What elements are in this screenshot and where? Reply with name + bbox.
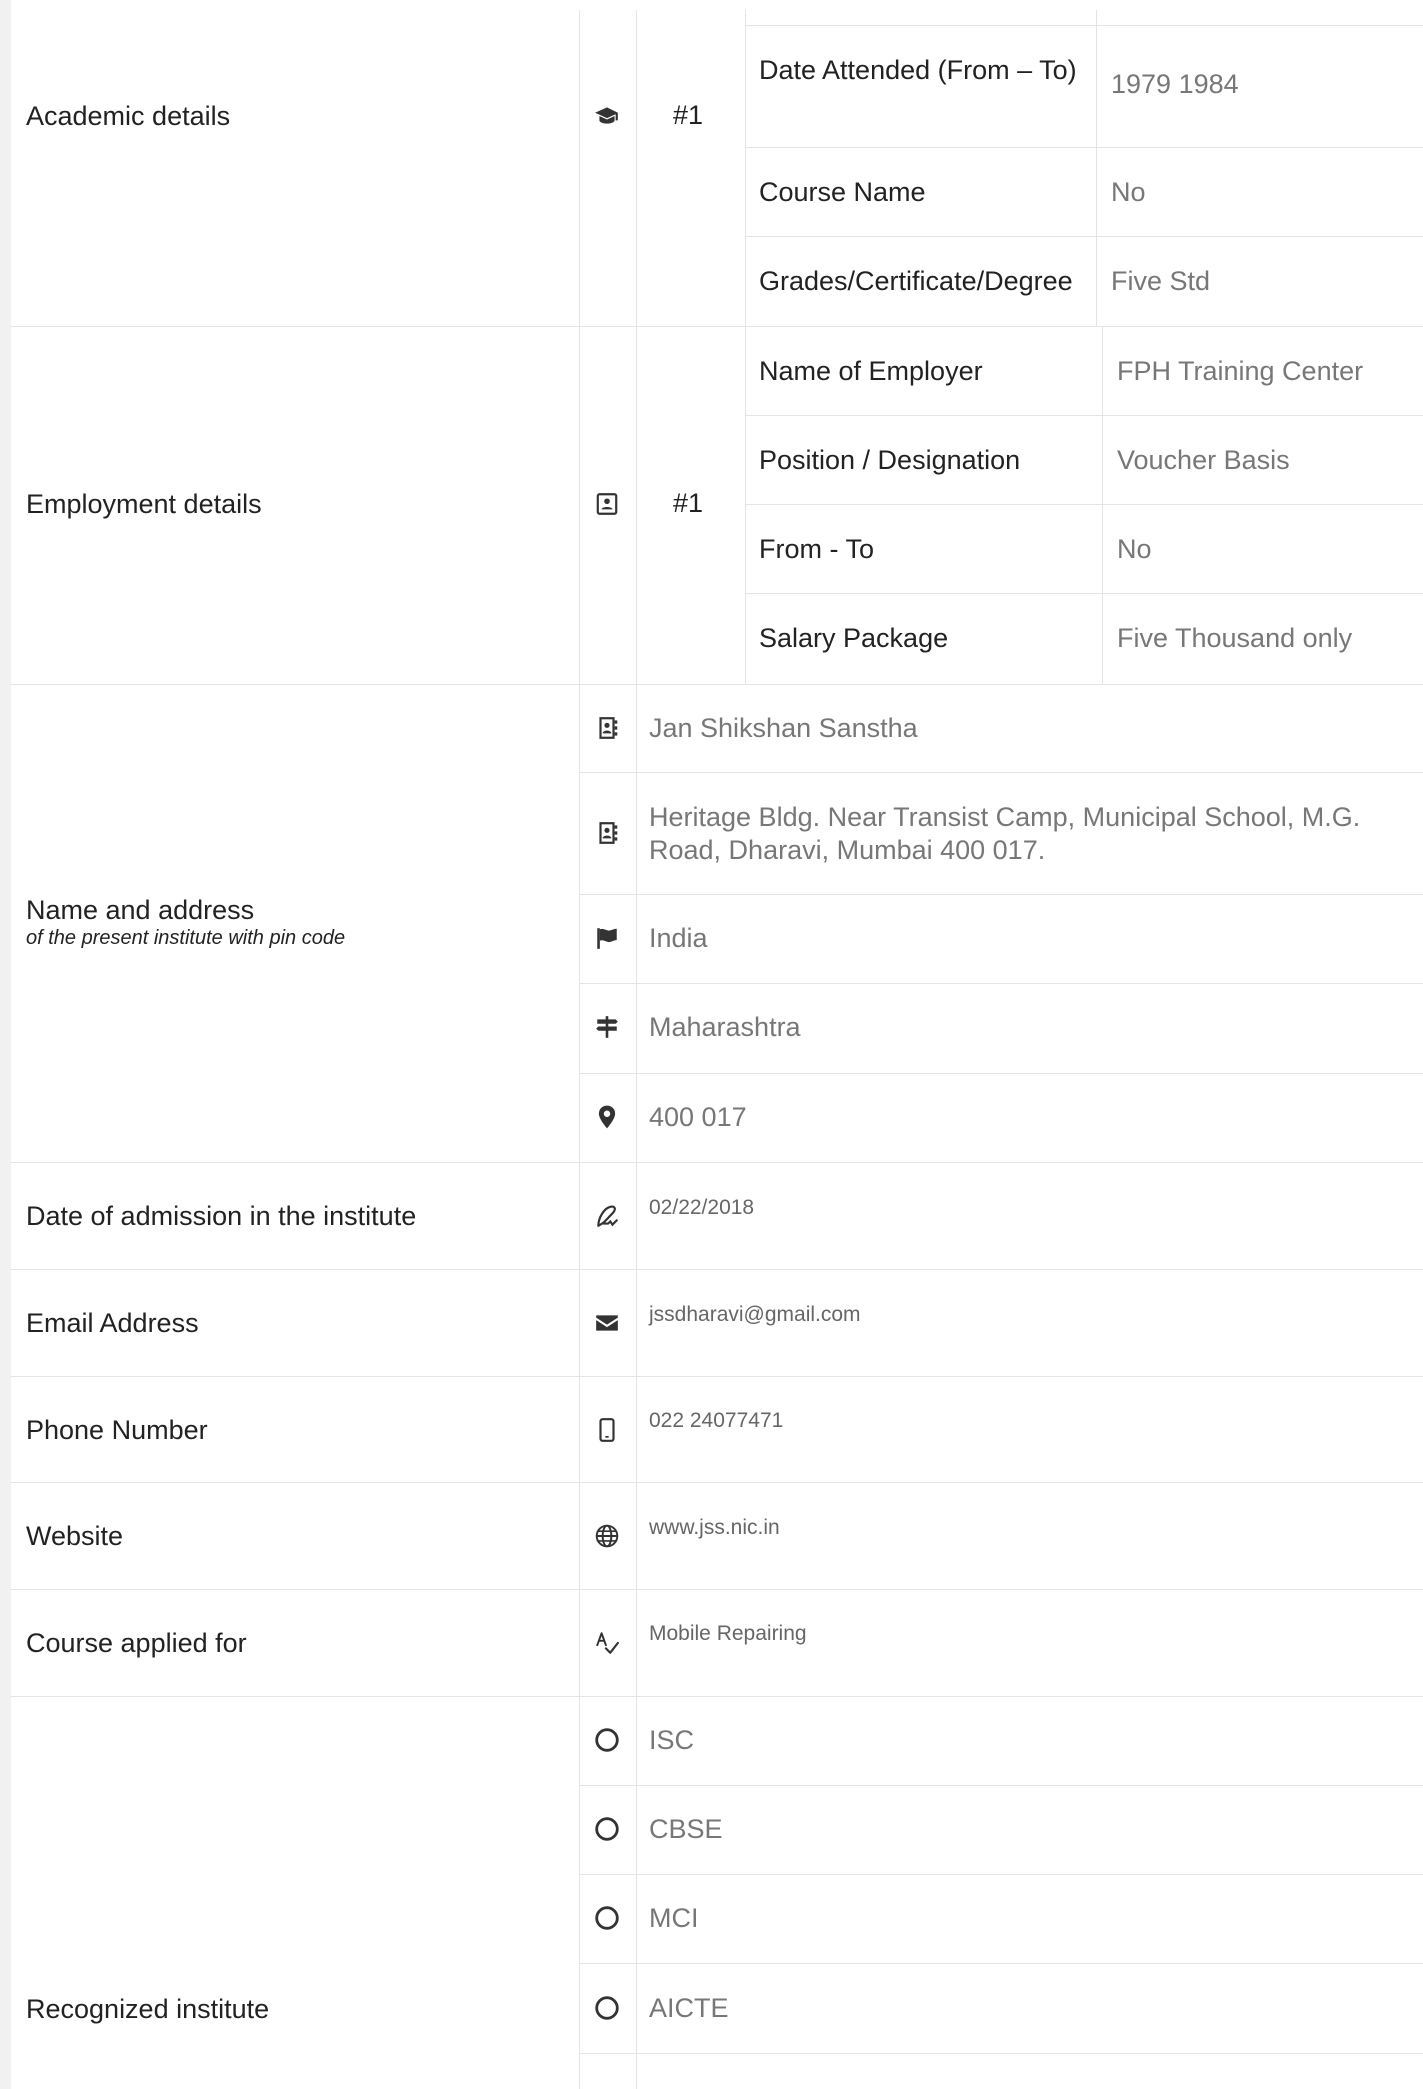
course-label: Course applied for (26, 1628, 247, 1658)
col-divider-icon (636, 10, 637, 684)
academic-top-line (745, 25, 1423, 26)
academic-key-course: Course Name (759, 177, 926, 207)
recognized-label: Recognized institute (26, 1994, 270, 2024)
academic-label: Academic details (26, 101, 231, 131)
website-value[interactable]: www.jss.nic.in (649, 1516, 780, 1540)
institute-sublabel: of the present institute with pin code (26, 927, 346, 949)
section-divider (11, 1696, 1423, 1697)
address-book-icon (593, 819, 621, 847)
row-divider (579, 2053, 1423, 2054)
institute-label: Name and address (26, 895, 255, 925)
phone-value[interactable]: 022 24077471 (649, 1409, 783, 1433)
row-divider (745, 593, 1423, 594)
academic-value-grades: Five Std (1111, 266, 1211, 296)
employment-value-position: Voucher Basis (1117, 445, 1290, 475)
mobile-icon (593, 1416, 621, 1444)
admission-value: 02/22/2018 (649, 1196, 755, 1219)
institute-country: India (649, 923, 708, 953)
flag-icon (593, 924, 621, 952)
row-divider (579, 772, 1423, 773)
institute-address: Heritage Bldg. Near Transist Camp, Munic… (649, 802, 1361, 865)
employment-index: #1 (673, 488, 704, 518)
map-marker-icon (593, 1103, 621, 1131)
envelope-icon (593, 1309, 621, 1337)
row-divider (579, 1963, 1423, 1964)
employment-label: Employment details (26, 489, 262, 519)
institute-pin: 400 017 (649, 1102, 747, 1132)
row-divider (579, 983, 1423, 984)
employment-key-position: Position / Designation (759, 445, 1021, 475)
signature-icon (593, 1202, 621, 1230)
radio-circle-icon[interactable] (593, 1726, 621, 1754)
employment-key-employer: Name of Employer (759, 356, 983, 386)
employment-value-fromto: No (1117, 534, 1152, 564)
academic-value-course: No (1111, 177, 1146, 207)
col-divider-key-employment (1102, 326, 1103, 684)
row-divider (579, 894, 1423, 895)
employment-key-fromto: From - To (759, 534, 875, 564)
row-divider (745, 236, 1423, 237)
globe-icon (593, 1522, 621, 1550)
recognized-option-mci[interactable]: MCI (649, 1902, 699, 1935)
phone-label: Phone Number (26, 1415, 208, 1445)
col-divider-key-academic (1096, 10, 1097, 326)
row-divider (579, 1073, 1423, 1074)
academic-key-grades: Grades/Certificate/Degree (759, 266, 1073, 296)
section-divider (11, 1162, 1423, 1163)
recognized-option-isc[interactable]: ISC (649, 1724, 694, 1757)
recognized-option-aicte[interactable]: AICTE (649, 1992, 729, 2025)
row-divider (579, 1785, 1423, 1786)
section-divider (11, 684, 1423, 685)
employment-value-employer: FPH Training Center (1117, 356, 1364, 386)
radio-circle-icon[interactable] (593, 1904, 621, 1932)
academic-index: #1 (673, 100, 704, 130)
course-value: Mobile Repairing (649, 1622, 807, 1645)
address-book-icon (593, 714, 621, 742)
employment-key-salary: Salary Package (759, 623, 949, 653)
website-label: Website (26, 1521, 124, 1551)
row-divider (745, 504, 1423, 505)
section-divider (11, 1376, 1423, 1377)
row-divider (745, 415, 1423, 416)
row-divider (579, 1874, 1423, 1875)
email-value[interactable]: jssdharavi@gmail.com (649, 1303, 861, 1327)
academic-value-date: 1979 1984 (1111, 69, 1239, 99)
institute-name: Jan Shikshan Sanstha (649, 713, 918, 743)
col-divider-index (745, 10, 746, 684)
section-divider (11, 1269, 1423, 1270)
row-divider (745, 147, 1423, 148)
graduation-cap-icon (593, 102, 621, 130)
email-label: Email Address (26, 1308, 199, 1338)
academic-key-date: Date Attended (From – To) (759, 55, 1077, 85)
spell-check-icon (593, 1629, 621, 1657)
left-gutter (0, 0, 11, 2089)
id-card-icon (593, 490, 621, 518)
institute-state: Maharashtra (649, 1012, 801, 1042)
radio-circle-icon[interactable] (593, 1815, 621, 1843)
section-divider (11, 326, 1423, 327)
col-divider-label (579, 10, 580, 2089)
signpost-icon (593, 1013, 621, 1041)
section-divider (11, 1589, 1423, 1590)
recognized-option-cbse[interactable]: CBSE (649, 1813, 723, 1846)
radio-circle-icon[interactable] (593, 1994, 621, 2022)
employment-value-salary: Five Thousand only (1117, 623, 1353, 653)
admission-label: Date of admission in the institute (26, 1201, 417, 1231)
section-divider (11, 1482, 1423, 1483)
